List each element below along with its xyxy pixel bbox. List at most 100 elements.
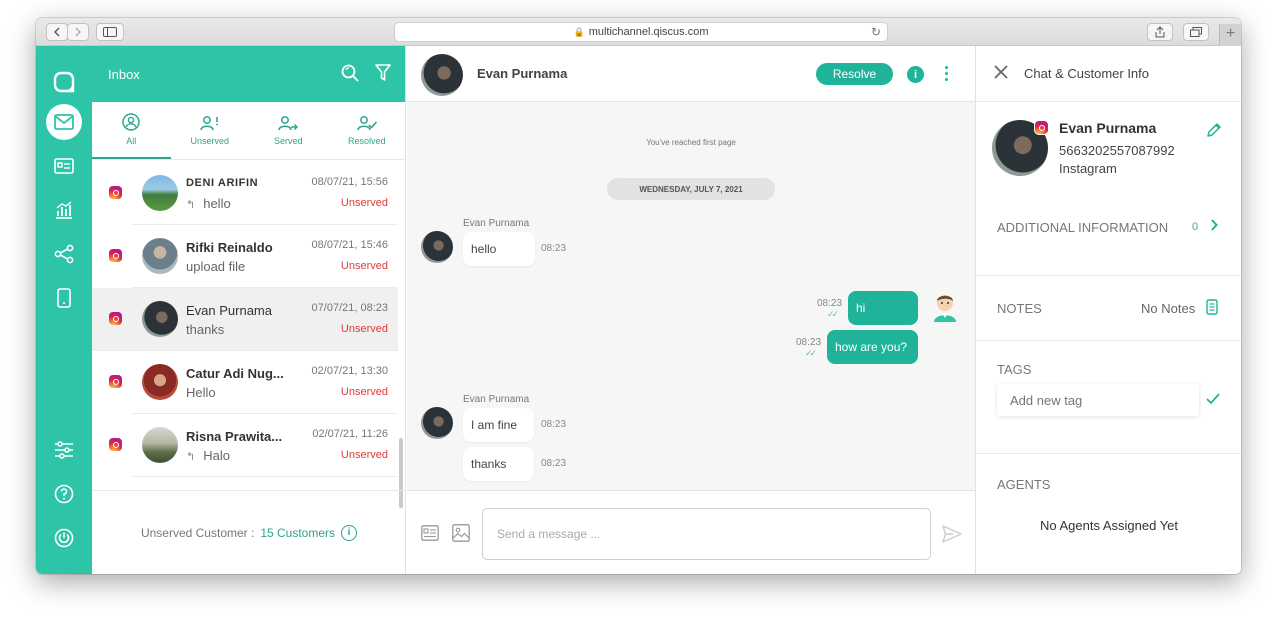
reply-icon: ↰ <box>186 199 196 211</box>
conversation-item[interactable]: Risna Prawita... ↰ Halo 02/07/21, 11:26 U… <box>109 414 398 477</box>
last-message-text: Halo <box>203 448 230 463</box>
info-icon[interactable]: i <box>907 66 924 83</box>
inbox-header: Inbox <box>92 46 405 102</box>
avatar <box>421 54 463 96</box>
notes-value: No Notes <box>1141 301 1196 316</box>
customer-profile: Evan Purnama 5663202557087992 Instagram <box>976 102 1241 202</box>
tab-label: All <box>126 136 137 146</box>
tabs-button[interactable] <box>1183 23 1209 41</box>
forward-button[interactable] <box>67 23 89 41</box>
share-button[interactable] <box>1147 23 1173 41</box>
close-icon[interactable] <box>994 65 1008 82</box>
user-check-icon <box>357 116 377 131</box>
message-time: 08:23 <box>541 419 567 430</box>
address-bar[interactable]: 🔒 multichannel.qiscus.com ↻ <box>394 22 888 42</box>
app-nav-rail <box>36 46 92 574</box>
additional-info-count: 0 <box>1192 221 1199 233</box>
instagram-icon <box>109 375 122 388</box>
conversation-item[interactable]: DENI ARIFIN ↰ hello 08/07/21, 15:56 Unser… <box>109 162 398 225</box>
instagram-icon <box>109 249 122 262</box>
sidebar-toggle-button[interactable] <box>96 23 124 41</box>
last-message: ↰ Halo <box>186 448 230 463</box>
last-message: upload file <box>186 259 246 274</box>
tab-label: Unserved <box>190 136 230 146</box>
edit-pencil-icon[interactable] <box>1206 122 1222 143</box>
contact-name: Evan Purnama <box>186 303 272 318</box>
template-icon[interactable] <box>421 525 439 546</box>
new-tab-button[interactable]: + <box>1219 24 1241 46</box>
notes-label: NOTES <box>997 301 1042 316</box>
conversation-item[interactable]: Catur Adi Nug... Hello 02/07/21, 13:30 U… <box>109 351 398 414</box>
last-message: ↰ hello <box>186 196 231 211</box>
tags-section: TAGS <box>976 340 1241 453</box>
message-sender: Evan Purnama <box>463 218 530 229</box>
inbox-nav-icon[interactable] <box>46 104 82 140</box>
contacts-nav-icon[interactable] <box>50 152 78 180</box>
add-tag-input[interactable] <box>997 384 1199 416</box>
message-bubble-out: how are you? <box>827 330 918 364</box>
help-icon[interactable] <box>50 480 78 508</box>
chat-header: Evan Purnama Resolve i <box>407 46 975 102</box>
notes-icon[interactable] <box>1206 299 1218 318</box>
chevron-right-icon[interactable] <box>1210 219 1218 234</box>
customer-info-panel: Chat & Customer Info Evan Purnama 566320… <box>975 46 1241 574</box>
message-bubble-in: I am fine <box>463 408 534 442</box>
unserved-count-link[interactable]: 15 Customers <box>260 526 335 540</box>
message-text: thanks <box>471 457 507 471</box>
last-message: Hello <box>186 385 216 400</box>
tab-unserved[interactable]: Unserved <box>171 102 250 159</box>
status-label: Unserved <box>340 323 388 335</box>
resolve-button[interactable]: Resolve <box>816 63 893 85</box>
message-bubble-in: thanks <box>463 447 534 481</box>
image-attach-icon[interactable] <box>452 524 470 547</box>
contact-name: Rifki Reinaldo <box>186 240 273 255</box>
user-alert-icon <box>200 116 218 131</box>
message-text: I am fine <box>471 418 518 432</box>
settings-sliders-icon[interactable] <box>50 436 78 464</box>
agents-empty-text: No Agents Assigned Yet <box>1039 518 1179 533</box>
search-icon[interactable] <box>341 64 359 85</box>
user-forward-icon <box>278 116 299 131</box>
date-separator: WEDNESDAY, JULY 7, 2021 <box>607 178 775 200</box>
reload-icon[interactable]: ↻ <box>871 25 881 39</box>
instagram-icon <box>109 438 122 451</box>
instagram-icon <box>109 186 122 199</box>
message-input[interactable]: Send a message ... <box>482 508 931 560</box>
tab-label: Resolved <box>347 136 386 146</box>
agents-section: AGENTS No Agents Assigned Yet <box>976 453 1241 574</box>
mobile-nav-icon[interactable] <box>50 284 78 312</box>
analytics-nav-icon[interactable] <box>50 196 78 224</box>
user-circle-icon <box>122 113 140 131</box>
qiscus-logo-icon[interactable] <box>50 68 78 96</box>
chat-panel: Evan Purnama Resolve i You've reached fi… <box>407 46 975 574</box>
info-panel-title: Chat & Customer Info <box>1024 66 1149 81</box>
integration-nav-icon[interactable] <box>50 240 78 268</box>
status-label: Unserved <box>340 386 388 398</box>
url-text: multichannel.qiscus.com <box>588 26 709 38</box>
info-icon[interactable]: i <box>341 524 358 541</box>
tab-resolved[interactable]: Resolved <box>328 102 407 159</box>
avatar <box>142 238 178 274</box>
avatar <box>142 364 178 400</box>
last-message-text: hello <box>203 196 231 211</box>
send-icon[interactable] <box>942 525 962 548</box>
unserved-summary: Unserved Customer : 15 Customers i <box>92 490 406 574</box>
conversation-item[interactable]: Rifki Reinaldo upload file 08/07/21, 15:… <box>109 225 398 288</box>
first-page-note: You've reached first page <box>646 138 736 147</box>
back-button[interactable] <box>46 23 68 41</box>
instagram-icon <box>1034 120 1049 135</box>
conversation-time: 08/07/21, 15:56 <box>311 176 388 188</box>
browser-toolbar: 🔒 multichannel.qiscus.com ↻ + <box>36 18 1241 46</box>
inbox-panel: Inbox All Unserved Served Resolved DENI … <box>92 46 406 574</box>
tags-label: TAGS <box>997 362 1032 377</box>
tab-served[interactable]: Served <box>249 102 328 159</box>
filter-icon[interactable] <box>375 64 391 85</box>
tab-all[interactable]: All <box>92 102 171 159</box>
conversation-list: DENI ARIFIN ↰ hello 08/07/21, 15:56 Unser… <box>92 162 398 492</box>
agents-label: AGENTS <box>997 477 1051 492</box>
message-text: how are you? <box>835 340 908 354</box>
conversation-item-selected[interactable]: Evan Purnama thanks 07/07/21, 08:23 Unse… <box>92 288 398 351</box>
more-options-icon[interactable] <box>945 66 949 81</box>
check-icon[interactable] <box>1206 393 1220 408</box>
power-icon[interactable] <box>50 524 78 552</box>
